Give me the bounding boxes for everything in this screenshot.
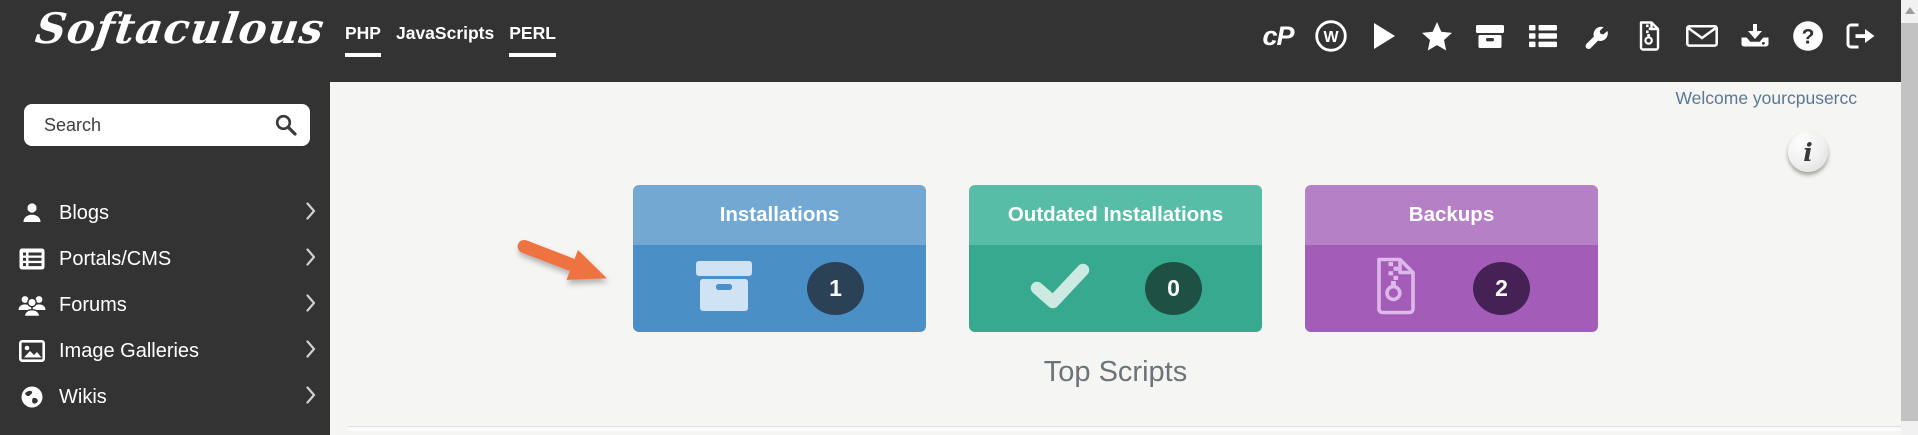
search-box xyxy=(24,104,310,146)
chevron-right-icon xyxy=(306,339,316,363)
chevron-right-icon xyxy=(306,385,316,409)
softaculous-logo[interactable]: Softaculous xyxy=(33,4,328,53)
svg-text:?: ? xyxy=(1802,26,1815,49)
sidebar-item-wikis[interactable]: Wikis xyxy=(0,374,330,420)
card-title: Installations xyxy=(719,203,840,226)
search-icon[interactable] xyxy=(274,113,298,142)
triangle-up-icon xyxy=(1904,6,1915,14)
outdated-count-badge: 0 xyxy=(1145,262,1202,315)
download-icon[interactable] xyxy=(1737,18,1773,54)
wordpress-icon[interactable]: W xyxy=(1313,18,1349,54)
chevron-right-icon xyxy=(306,293,316,317)
welcome-text: Welcome yourcpusercc xyxy=(1675,88,1857,108)
tab-php[interactable]: PHP xyxy=(345,23,381,57)
sidebar-item-image-galleries[interactable]: Image Galleries xyxy=(0,328,330,374)
sidebar-item-forums[interactable]: Forums xyxy=(0,282,330,328)
installations-card[interactable]: Installations 1 xyxy=(633,185,926,332)
sidebar-item-label: Forums xyxy=(59,293,127,316)
summary-cards: Installations 1 Outdated Installations 0… xyxy=(330,185,1901,332)
card-title: Outdated Installations xyxy=(1007,203,1224,226)
envelope-icon[interactable] xyxy=(1684,18,1720,54)
installations-count-badge: 1 xyxy=(807,262,864,315)
scroll-up-button[interactable] xyxy=(1901,0,1918,20)
sidebar: Blogs Portals/CMS xyxy=(0,82,330,435)
card-title: Backups xyxy=(1408,203,1495,226)
tab-javascripts[interactable]: JavaScripts xyxy=(396,23,494,57)
users-icon xyxy=(18,294,46,317)
tab-perl[interactable]: PERL xyxy=(509,23,556,57)
zip-file-icon[interactable] xyxy=(1631,18,1667,54)
sidebar-item-label: Portals/CMS xyxy=(59,247,172,270)
svg-text:W: W xyxy=(1323,29,1339,46)
globe-icon xyxy=(18,385,46,409)
cpanel-icon[interactable]: cP xyxy=(1260,18,1296,54)
top-bar: Softaculous PHP JavaScripts PERL cP W ? xyxy=(0,0,1901,82)
list-card-icon xyxy=(18,248,46,270)
vertical-scrollbar[interactable] xyxy=(1901,0,1918,435)
sidebar-item-label: Blogs xyxy=(59,201,110,224)
main-content: Welcome yourcpusercc i Installations 1 O… xyxy=(330,82,1901,435)
chevron-right-icon xyxy=(306,247,316,271)
archive-box-icon[interactable] xyxy=(1472,18,1508,54)
user-icon xyxy=(18,201,46,225)
sign-out-icon[interactable] xyxy=(1843,18,1879,54)
archive-box-icon xyxy=(695,259,753,318)
backups-count-badge: 2 xyxy=(1473,262,1530,315)
sidebar-item-label: Image Galleries xyxy=(59,339,200,362)
top-scripts-heading: Top Scripts xyxy=(1043,356,1188,388)
play-icon[interactable] xyxy=(1366,18,1402,54)
search-input[interactable] xyxy=(24,104,310,146)
help-icon[interactable]: ? xyxy=(1790,18,1826,54)
zip-file-icon xyxy=(1373,257,1419,320)
list-icon[interactable] xyxy=(1525,18,1561,54)
top-navigation: PHP JavaScripts PERL xyxy=(345,23,556,57)
section-divider xyxy=(348,426,1901,431)
sidebar-item-label: Wikis xyxy=(59,385,107,408)
sidebar-item-portals-cms[interactable]: Portals/CMS xyxy=(0,236,330,282)
sidebar-menu: Blogs Portals/CMS Forums Image Galleries… xyxy=(0,190,330,420)
star-icon[interactable] xyxy=(1419,18,1455,54)
info-icon[interactable]: i xyxy=(1788,132,1828,172)
outdated-installations-card[interactable]: Outdated Installations 0 xyxy=(969,185,1262,332)
topbar-icon-row: cP W ? xyxy=(1260,0,1879,72)
backups-card[interactable]: Backups 2 xyxy=(1305,185,1598,332)
sidebar-item-blogs[interactable]: Blogs xyxy=(0,190,330,236)
image-icon xyxy=(18,340,46,362)
check-icon xyxy=(1029,262,1091,315)
chevron-right-icon xyxy=(306,201,316,225)
scrollbar-thumb[interactable] xyxy=(1901,23,1918,421)
wrench-icon[interactable] xyxy=(1578,18,1614,54)
